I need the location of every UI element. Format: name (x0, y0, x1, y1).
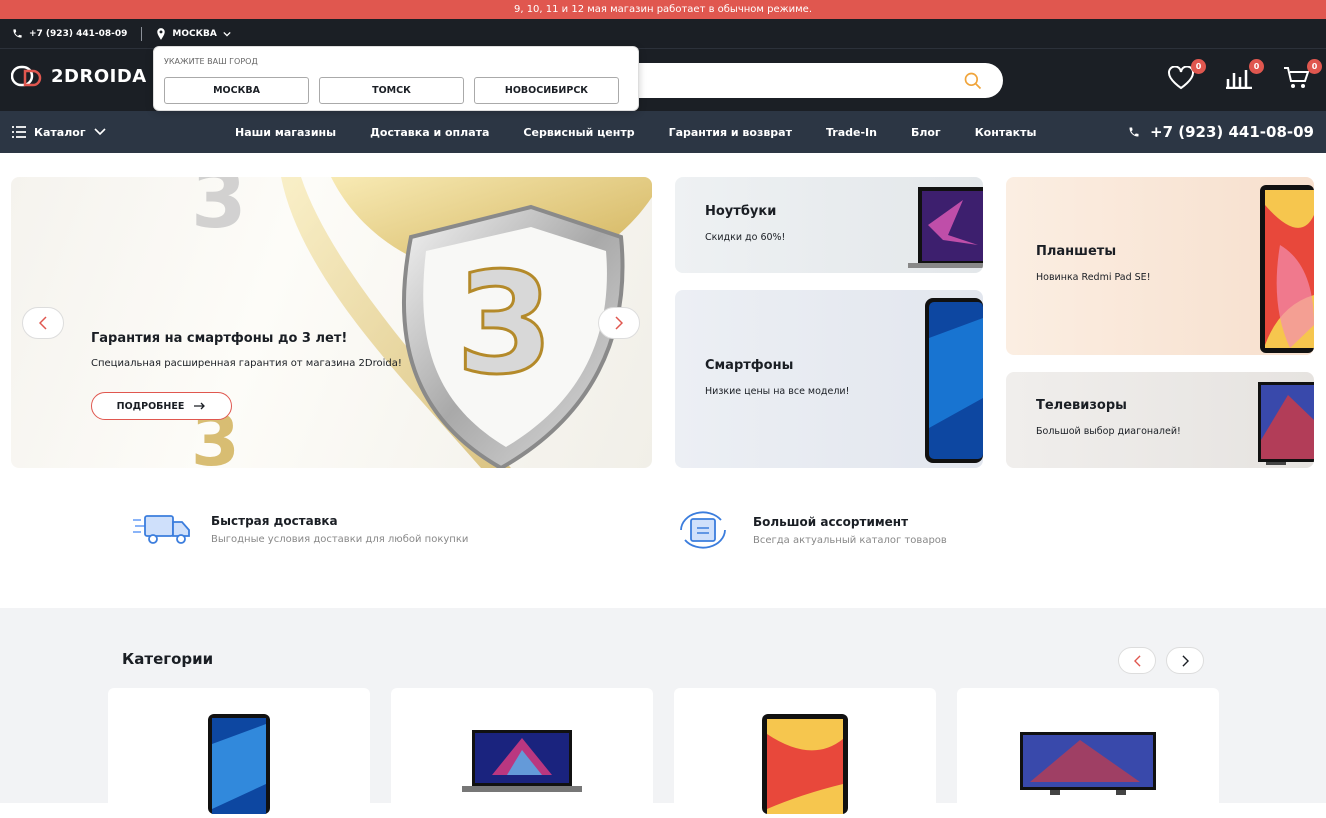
tv-image (1258, 382, 1314, 465)
categories-prev-button[interactable] (1118, 647, 1156, 674)
top-bar: +7 (923) 441-08-09 МОСКВА (0, 19, 1326, 48)
top-phone[interactable]: +7 (923) 441-08-09 (12, 28, 127, 39)
bar-chart-icon (1226, 70, 1252, 89)
city-option-moscow[interactable]: МОСКВА (164, 77, 309, 104)
compare-badge: 0 (1249, 59, 1264, 74)
phone-icon (1129, 127, 1139, 137)
hero-title: Гарантия на смартфоны до 3 лет! (91, 331, 348, 346)
city-dropdown: УКАЖИТЕ ВАШ ГОРОД МОСКВА ТОМСК НОВОСИБИР… (153, 46, 639, 111)
box-refresh-icon (680, 511, 726, 549)
delivery-truck-icon (133, 515, 190, 544)
catalog-label: Каталог (34, 125, 86, 139)
city-option-tomsk[interactable]: ТОМСК (319, 77, 464, 104)
promo-tablets[interactable]: Планшеты Новинка Redmi Pad SE! (1006, 177, 1314, 355)
promo-tvs[interactable]: Телевизоры Большой выбор диагоналей! (1006, 372, 1314, 468)
svg-text:3: 3 (456, 243, 553, 406)
feature-delivery-text: Быстрая доставка Выгодные условия достав… (211, 514, 468, 545)
city-selector[interactable]: МОСКВА (156, 27, 231, 40)
promo-smartphones-title: Смартфоны (705, 358, 794, 373)
promo-tvs-subtitle: Большой выбор диагоналей! (1036, 426, 1181, 437)
nav-link-service[interactable]: Сервисный центр (523, 126, 634, 139)
chevron-right-icon (615, 316, 623, 330)
cart-badge: 0 (1307, 59, 1322, 74)
search-icon[interactable] (963, 71, 983, 91)
logo-mark-icon (11, 65, 42, 87)
smartphone-image (925, 298, 983, 463)
favorites-badge: 0 (1191, 59, 1206, 74)
category-card-laptops[interactable] (391, 688, 653, 818)
nav-link-warranty[interactable]: Гарантия и возврат (669, 126, 792, 139)
nav-link-stores[interactable]: Наши магазины (235, 126, 336, 139)
category-card-tvs[interactable] (957, 688, 1219, 818)
feature-assortment: Большой ассортимент Всегда актуальный ка… (673, 510, 947, 550)
city-dropdown-label: УКАЖИТЕ ВАШ ГОРОД (164, 57, 258, 66)
arrow-right-icon (194, 402, 206, 410)
categories-next-button[interactable] (1166, 647, 1204, 674)
promo-tvs-title: Телевизоры (1036, 398, 1127, 413)
chevron-down-icon (94, 128, 106, 136)
chevron-left-icon (1133, 654, 1141, 667)
hero-more-button[interactable]: ПОДРОБНЕЕ (91, 392, 232, 420)
promo-smartphones-subtitle: Низкие цены на все модели! (705, 386, 850, 397)
nav-links: Наши магазины Доставка и оплата Сервисны… (235, 126, 1036, 139)
feature-assortment-text: Большой ассортимент Всегда актуальный ка… (753, 515, 947, 546)
main-nav: Каталог Наши магазины Доставка и оплата … (0, 111, 1326, 153)
shield-three-graphic: 3 3 3 (191, 177, 652, 468)
chevron-right-icon (1181, 654, 1189, 667)
categories-section: Категории (0, 608, 1326, 818)
promo-laptops-subtitle: Скидки до 60%! (705, 232, 786, 243)
header-icons: 0 0 0 (1166, 59, 1322, 93)
tablet-image (762, 714, 848, 814)
city-options: МОСКВА ТОМСК НОВОСИБИРСК (164, 77, 619, 104)
category-card-smartphones[interactable] (108, 688, 370, 818)
chevron-down-icon (223, 31, 231, 37)
laptop-image (908, 187, 983, 268)
hero-more-label: ПОДРОБНЕЕ (116, 400, 185, 412)
logo-text: 2DROIDA (51, 65, 147, 87)
promo-smartphones[interactable]: Смартфоны Низкие цены на все модели! (675, 290, 983, 468)
catalog-button[interactable]: Каталог (12, 126, 106, 139)
promo-laptops-title: Ноутбуки (705, 204, 777, 219)
nav-link-blog[interactable]: Блог (911, 126, 941, 139)
phone-icon (13, 29, 22, 38)
logo[interactable]: 2DROIDA (11, 65, 147, 87)
feature-delivery-title: Быстрая доставка (211, 513, 338, 528)
search-input[interactable] (600, 63, 1003, 98)
laptop-image (462, 730, 582, 792)
announcement-bar: 9, 10, 11 и 12 мая магазин работает в об… (0, 0, 1326, 19)
hero-subtitle: Специальная расширенная гарантия от мага… (91, 358, 402, 369)
tv-image (1020, 732, 1156, 795)
divider (141, 26, 143, 41)
svg-text:3: 3 (191, 177, 247, 246)
nav-link-contacts[interactable]: Контакты (975, 126, 1037, 139)
feature-assortment-subtitle: Всегда актуальный каталог товаров (753, 534, 947, 546)
list-icon (12, 126, 26, 138)
city-name: МОСКВА (172, 28, 217, 39)
promo-tablets-title: Планшеты (1036, 244, 1117, 259)
feature-delivery-subtitle: Выгодные условия доставки для любой поку… (211, 533, 469, 545)
location-pin-icon (157, 27, 166, 40)
hero-banner[interactable]: 3 3 3 Гарантия на смартфоны до 3 лет! Сп… (11, 177, 652, 468)
favorites-button[interactable]: 0 (1166, 59, 1206, 93)
top-phone-text: +7 (923) 441-08-09 (29, 28, 128, 39)
hero-prev-button[interactable] (22, 307, 64, 339)
hero-next-button[interactable] (598, 307, 640, 339)
features-row: Быстрая доставка Выгодные условия достав… (0, 510, 1326, 560)
feature-assortment-title: Большой ассортимент (753, 514, 909, 529)
city-option-novosibirsk[interactable]: НОВОСИБИРСК (474, 77, 619, 104)
nav-link-delivery[interactable]: Доставка и оплата (370, 126, 489, 139)
tablet-image (1260, 185, 1314, 353)
promo-laptops[interactable]: Ноутбуки Скидки до 60%! (675, 177, 983, 273)
nav-phone-text: +7 (923) 441-08-09 (1150, 123, 1314, 141)
nav-phone[interactable]: +7 (923) 441-08-09 (1128, 123, 1314, 141)
feature-delivery: Быстрая доставка Выгодные условия достав… (133, 512, 468, 546)
smartphone-image (208, 714, 270, 814)
nav-link-tradein[interactable]: Trade-In (826, 126, 877, 139)
chevron-left-icon (39, 316, 47, 330)
compare-button[interactable]: 0 (1224, 59, 1264, 93)
cart-button[interactable]: 0 (1282, 59, 1322, 93)
categories-title: Категории (122, 650, 214, 668)
promo-tablets-subtitle: Новинка Redmi Pad SE! (1036, 272, 1151, 283)
category-card-tablets[interactable] (674, 688, 936, 818)
